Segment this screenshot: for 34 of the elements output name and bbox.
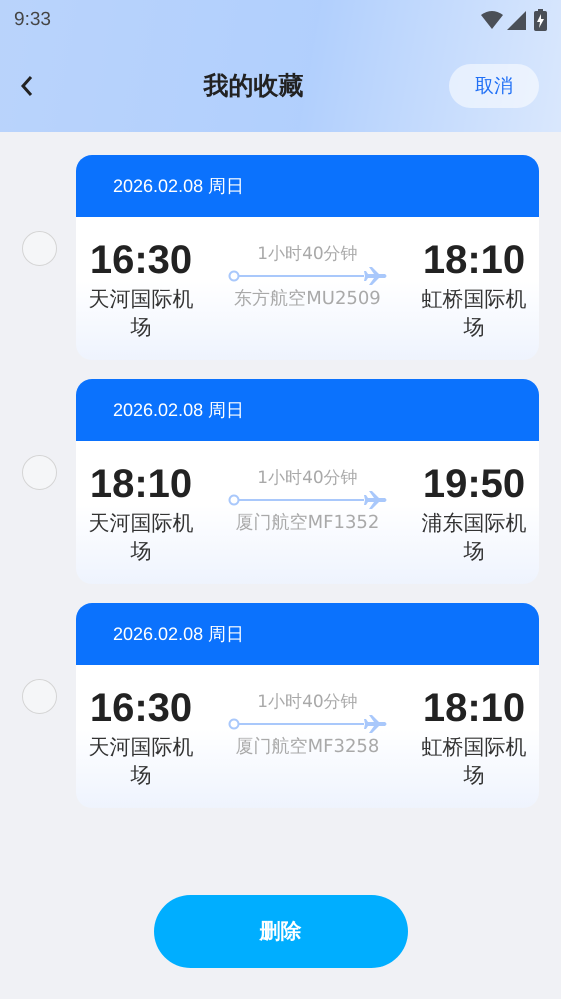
departure-airport: 天河国际机场 (88, 286, 194, 341)
arrival-airport: 浦东国际机场 (420, 510, 528, 565)
signal-icon (507, 10, 526, 30)
select-radio[interactable] (22, 679, 57, 714)
flight-card[interactable]: 2026.02.08 周日 16:30 天河国际机场 1小时40分钟 厦门航空MF3258 18:10 虹桥国际机场 (76, 603, 539, 808)
flight-card[interactable]: 2026.02.08 周日 18:10 天河国际机场 1小时40分钟 厦门航空MF1352 19:50 浦东国际机场 (76, 379, 539, 584)
select-radio[interactable] (22, 231, 57, 266)
flight-duration: 1小时40分钟 (257, 691, 358, 713)
arrival-airport: 虹桥国际机场 (420, 286, 528, 341)
arrival-time: 19:50 (422, 461, 526, 508)
flight-duration: 1小时40分钟 (257, 243, 358, 265)
arrival-time: 18:10 (422, 237, 526, 284)
select-radio[interactable] (22, 455, 57, 490)
flight-card[interactable]: 2026.02.08 周日 16:30 天河国际机场 1小时40分钟 东方航空MU2509 18:10 虹桥国际机场 (76, 155, 539, 360)
flight-date: 2026.02.08 周日 (113, 622, 244, 646)
battery-icon (534, 9, 547, 31)
wifi-icon (481, 11, 503, 29)
departure-airport: 天河国际机场 (88, 510, 194, 565)
back-icon[interactable] (20, 75, 34, 97)
cancel-button[interactable]: 取消 (449, 64, 539, 108)
departure-airport: 天河国际机场 (88, 734, 194, 789)
departure-time: 16:30 (88, 685, 194, 732)
flight-date: 2026.02.08 周日 (113, 174, 244, 198)
departure-time: 16:30 (88, 237, 194, 284)
arrival-time: 18:10 (422, 685, 526, 732)
arrival-airport: 虹桥国际机场 (420, 734, 528, 789)
airline-flight-number: 厦门航空MF3258 (236, 735, 380, 759)
page-title: 我的收藏 (204, 70, 304, 102)
flight-duration: 1小时40分钟 (257, 467, 358, 489)
airline-flight-number: 东方航空MU2509 (234, 287, 381, 311)
flight-date: 2026.02.08 周日 (113, 398, 244, 422)
airline-flight-number: 厦门航空MF1352 (236, 511, 380, 535)
departure-time: 18:10 (88, 461, 194, 508)
status-time: 9:33 (14, 8, 51, 32)
